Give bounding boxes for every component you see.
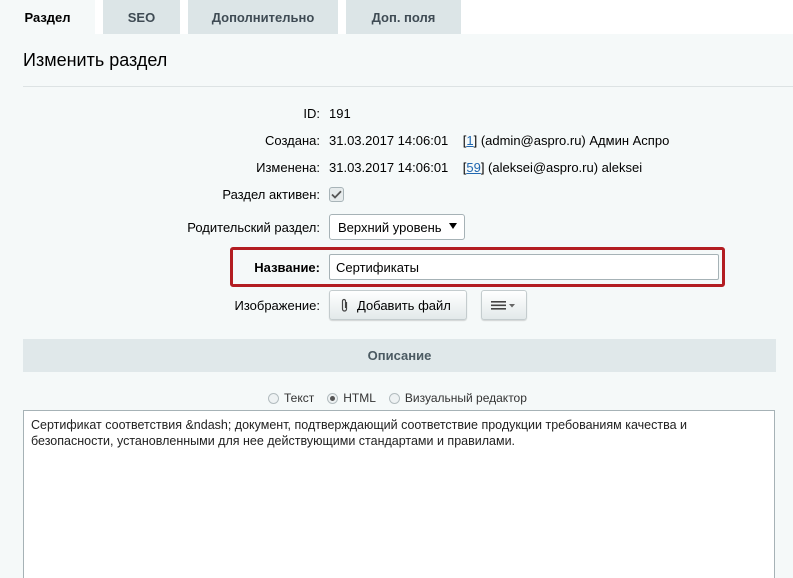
add-file-label: Добавить файл	[357, 297, 451, 313]
modified-date: 31.03.2017 14:06:01	[329, 160, 449, 175]
parent-select[interactable]: Верхний уровень	[329, 214, 465, 240]
mode-visual-label: Визуальный редактор	[404, 391, 527, 405]
tab-extra-fields[interactable]: Доп. поля	[346, 0, 461, 34]
parent-label: Родительский раздел:	[187, 220, 320, 235]
name-input[interactable]: Сертификаты	[329, 254, 719, 280]
paperclip-icon	[340, 298, 349, 313]
mode-html-label: HTML	[343, 391, 376, 405]
page-title: Изменить раздел	[23, 50, 168, 70]
mode-text[interactable]: Текст	[268, 391, 314, 405]
mode-visual[interactable]: Визуальный редактор	[388, 391, 527, 405]
tab-seo[interactable]: SEO	[103, 0, 180, 34]
mode-html[interactable]: HTML	[327, 391, 376, 405]
modified-label: Изменена:	[256, 160, 320, 175]
hamburger-menu-icon	[491, 301, 515, 310]
tab-additional[interactable]: Дополнительно	[188, 0, 338, 34]
created-label: Создана:	[265, 133, 320, 148]
description-section-header: Описание	[23, 339, 776, 372]
title-divider	[23, 86, 793, 87]
modified-user-link[interactable]: 59	[466, 160, 480, 175]
caret-down-icon	[449, 223, 457, 229]
id-label: ID:	[303, 106, 320, 121]
tab-bar: Раздел SEO Дополнительно Доп. поля	[0, 0, 793, 34]
tab-section[interactable]: Раздел	[0, 0, 95, 34]
created-user: (admin@aspro.ru) Админ Аспро	[480, 133, 670, 148]
modified-value: 31.03.2017 14:06:01 [59] (aleksei@aspro.…	[329, 160, 643, 175]
created-date: 31.03.2017 14:06:01	[329, 133, 449, 148]
image-label: Изображение:	[234, 298, 320, 313]
checkmark-icon	[331, 190, 342, 199]
modified-user: (aleksei@aspro.ru) aleksei	[488, 160, 643, 175]
active-checkbox[interactable]	[329, 187, 344, 202]
mode-text-label: Текст	[284, 391, 315, 405]
created-user-link[interactable]: 1	[466, 133, 473, 148]
editor-mode-options: Текст HTML Визуальный редактор	[268, 389, 540, 407]
active-label: Раздел активен:	[222, 187, 320, 202]
description-textarea[interactable]: Сертификат соответствия &ndash; документ…	[23, 410, 775, 578]
id-value: 191	[329, 106, 351, 121]
name-label: Название:	[254, 260, 320, 275]
created-value: 31.03.2017 14:06:01 [1] (admin@aspro.ru)…	[329, 133, 670, 148]
add-file-button[interactable]: Добавить файл	[329, 290, 467, 320]
mode-html-radio[interactable]	[327, 392, 339, 404]
mode-text-radio[interactable]	[268, 392, 279, 404]
parent-select-value: Верхний уровень	[338, 219, 442, 235]
admin-section-editor: Раздел SEO Дополнительно Доп. поля Измен…	[0, 0, 793, 578]
mode-visual-radio[interactable]	[388, 392, 400, 404]
file-menu-button[interactable]	[481, 290, 527, 320]
